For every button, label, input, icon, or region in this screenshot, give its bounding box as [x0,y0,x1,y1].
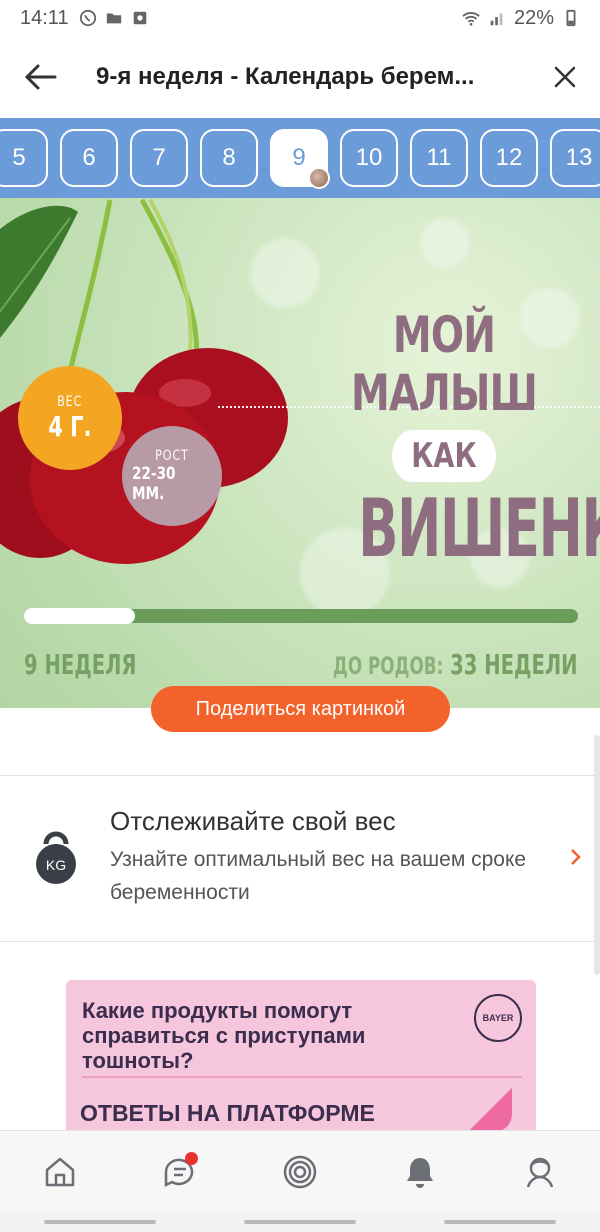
signal-icon [490,13,503,26]
pregnancy-progress [24,608,578,624]
weeks-remaining: ДО РОДОВ: 33 НЕДЕЛИ [333,648,578,681]
system-nav-handle[interactable] [44,1220,156,1224]
week-pill-12[interactable]: 12 [480,129,538,187]
nav-home[interactable] [30,1142,90,1202]
back-button[interactable] [0,36,82,118]
week-pill-9[interactable]: 9 [270,129,330,189]
chevron-right-icon [571,849,581,865]
week-pill-label: 7 [152,144,166,171]
scrollbar[interactable] [594,735,600,975]
close-icon [554,66,576,88]
weight-tracker-text: Отслеживайте свой вес Узнайте оптимальны… [110,806,540,909]
nav-target[interactable] [270,1142,330,1202]
weight-value: 4 Г. [48,409,92,443]
banner-line [82,1076,522,1078]
length-label: РОСТ [155,448,189,464]
kettlebell-icon: KG [36,831,76,884]
battery-icon [566,9,576,27]
headline-pill: КАК [392,430,496,482]
week-selector: 5 6 7 8 9 10 11 12 13 [0,118,600,198]
nav-chat[interactable] [150,1142,210,1202]
system-nav-handle[interactable] [244,1220,356,1224]
week-track: 5 6 7 8 9 10 11 12 13 [0,129,600,189]
week-illustration: ВЕС 4 Г. РОСТ 22-30 ММ. МОЙ МАЛЫШ КАК ВИ… [0,198,600,708]
folder-icon [106,13,121,24]
weeks-remaining-label: ДО РОДОВ: [333,652,444,680]
bottom-navigation [0,1130,600,1212]
close-button[interactable] [530,36,600,118]
share-image-button[interactable]: Поделиться картинкой [151,686,450,732]
wifi-icon [462,12,480,26]
camera-icon [133,11,146,25]
baby-size-headline: МОЙ МАЛЫШ КАК ВИШЕНКА [314,306,600,575]
kettlebell-text: KG [46,857,66,873]
week-pill-13[interactable]: 13 [550,129,600,187]
week-pill-5[interactable]: 5 [0,129,48,187]
length-value: 22-30 ММ. [132,464,176,504]
page-title: 9-я неделя - Календарь берем... [96,63,475,90]
battery-percent: 22% [513,6,554,29]
week-pill-label: 12 [495,144,523,171]
whatsapp-icon [79,9,96,27]
app-bar: 9-я неделя - Календарь берем... [0,36,600,118]
week-pill-6[interactable]: 6 [60,129,118,187]
bayer-logo: BAYER [474,994,522,1042]
system-navigation-bar [0,1212,600,1232]
nav-notifications[interactable] [390,1142,450,1202]
arrow-left-icon [25,64,57,90]
pregnancy-progress-fill [24,608,135,624]
week-pill-label: 10 [355,144,383,171]
notification-dot [185,1151,198,1165]
avatar [308,167,330,189]
page-curl-decoration [468,1088,512,1132]
week-pill-10[interactable]: 10 [340,129,398,187]
week-pill-label: 5 [12,144,26,171]
weight-label: ВЕС [57,393,83,410]
banner-answers: ОТВЕТЫ НА ПЛАТФОРМЕ [80,1100,375,1126]
weight-tracker-card[interactable]: KG Отслеживайте свой вес Узнайте оптимал… [0,776,600,942]
status-time: 14:11 [20,6,69,29]
week-pill-label: 9 [292,144,306,171]
headline-line1: МОЙ МАЛЫШ [350,306,538,422]
home-icon [45,1157,75,1186]
system-nav-handle[interactable] [444,1220,556,1224]
current-week-label: 9 НЕДЕЛЯ [24,648,137,681]
week-pill-label: 11 [426,144,452,171]
week-pill-label: 13 [565,144,593,171]
headline-line3: ВИШЕНКА [358,482,600,575]
target-icon [283,1155,317,1188]
week-pill-11[interactable]: 11 [410,129,468,187]
weight-badge: ВЕС 4 Г. [18,366,122,470]
weight-tracker-subtitle: Узнайте оптимальный вес на вашем сроке б… [110,848,527,904]
profile-icon [526,1157,554,1187]
bell-icon [407,1157,433,1188]
divider [0,941,600,942]
banner-question: Какие продукты помогут справиться с прис… [82,998,366,1073]
status-notification-icons [79,9,149,27]
week-pill-label: 8 [222,144,236,171]
weeks-remaining-value: 33 НЕДЕЛИ [450,648,578,681]
sponsored-banner[interactable]: Какие продукты помогут справиться с прис… [66,980,536,1140]
status-system-icons: 22% [462,7,580,30]
week-pill-label: 6 [82,144,96,171]
status-bar: 14:11 22% [0,0,600,36]
nav-profile[interactable] [510,1142,570,1202]
length-badge: РОСТ 22-30 ММ. [122,426,222,526]
weight-tracker-title: Отслеживайте свой вес [110,806,396,836]
week-pill-8[interactable]: 8 [200,129,258,187]
week-pill-7[interactable]: 7 [130,129,188,187]
